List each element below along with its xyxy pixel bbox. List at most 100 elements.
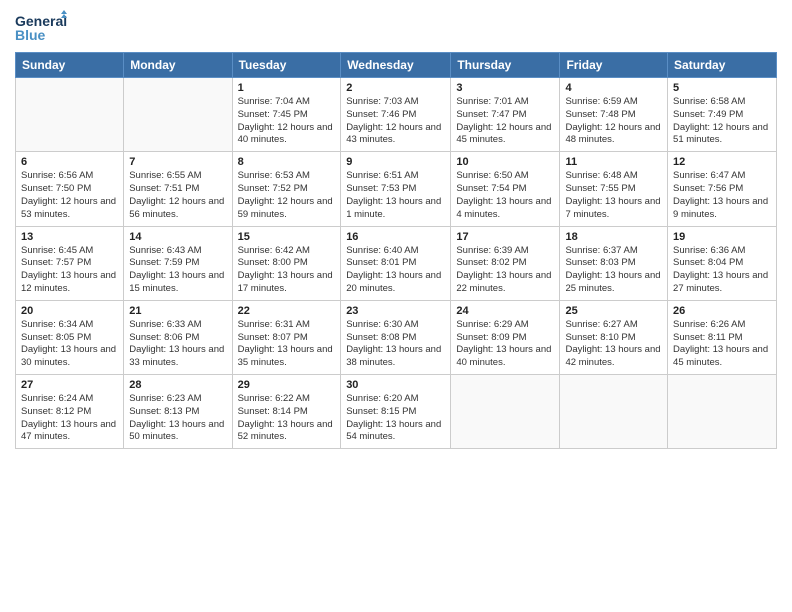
day-number: 9	[346, 156, 445, 168]
day-number: 6	[21, 156, 118, 168]
day-number: 20	[21, 305, 118, 317]
calendar-cell: 20 Sunrise: 6:34 AM Sunset: 8:05 PM Dayli…	[16, 300, 124, 374]
day-info: Sunrise: 6:37 AM Sunset: 8:03 PM Dayligh…	[565, 245, 662, 296]
calendar-cell: 19 Sunrise: 6:36 AM Sunset: 8:04 PM Dayli…	[668, 226, 777, 300]
day-number: 8	[238, 156, 336, 168]
day-info: Sunrise: 6:36 AM Sunset: 8:04 PM Dayligh…	[673, 245, 771, 296]
day-info: Sunrise: 6:56 AM Sunset: 7:50 PM Dayligh…	[21, 170, 118, 221]
calendar: SundayMondayTuesdayWednesdayThursdayFrid…	[15, 52, 777, 449]
calendar-cell	[560, 375, 668, 449]
calendar-cell: 16 Sunrise: 6:40 AM Sunset: 8:01 PM Dayli…	[341, 226, 451, 300]
calendar-cell: 21Sunrise: 6:33 AM Sunset: 8:06 PM Dayli…	[124, 300, 232, 374]
day-number: 29	[238, 379, 336, 391]
week-row-1: 6 Sunrise: 6:56 AM Sunset: 7:50 PM Daylig…	[16, 152, 777, 226]
day-number: 2	[346, 82, 445, 94]
day-number: 30	[346, 379, 445, 391]
day-info: Sunrise: 6:31 AM Sunset: 8:07 PM Dayligh…	[238, 319, 336, 370]
day-info: Sunrise: 7:04 AM Sunset: 7:45 PM Dayligh…	[238, 96, 336, 147]
col-header-wednesday: Wednesday	[341, 53, 451, 78]
day-info: Sunrise: 6:30 AM Sunset: 8:08 PM Dayligh…	[346, 319, 445, 370]
day-number: 10	[456, 156, 554, 168]
day-number: 26	[673, 305, 771, 317]
day-number: 7	[129, 156, 226, 168]
calendar-cell: 23 Sunrise: 6:30 AM Sunset: 8:08 PM Dayli…	[341, 300, 451, 374]
week-row-4: 27 Sunrise: 6:24 AM Sunset: 8:12 PM Dayli…	[16, 375, 777, 449]
day-info: Sunrise: 6:27 AM Sunset: 8:10 PM Dayligh…	[565, 319, 662, 370]
logo-svg: General Blue	[15, 10, 67, 46]
calendar-cell: 13 Sunrise: 6:45 AM Sunset: 7:57 PM Dayli…	[16, 226, 124, 300]
svg-text:Blue: Blue	[15, 27, 46, 43]
calendar-cell	[451, 375, 560, 449]
day-number: 23	[346, 305, 445, 317]
calendar-cell: 6 Sunrise: 6:56 AM Sunset: 7:50 PM Daylig…	[16, 152, 124, 226]
day-info: Sunrise: 6:20 AM Sunset: 8:15 PM Dayligh…	[346, 393, 445, 444]
day-number: 24	[456, 305, 554, 317]
day-info: Sunrise: 6:45 AM Sunset: 7:57 PM Dayligh…	[21, 245, 118, 296]
week-row-3: 20 Sunrise: 6:34 AM Sunset: 8:05 PM Dayli…	[16, 300, 777, 374]
day-info: Sunrise: 6:39 AM Sunset: 8:02 PM Dayligh…	[456, 245, 554, 296]
logo: General Blue	[15, 10, 67, 46]
day-info: Sunrise: 6:59 AM Sunset: 7:48 PM Dayligh…	[565, 96, 662, 147]
col-header-saturday: Saturday	[668, 53, 777, 78]
day-info: Sunrise: 6:58 AM Sunset: 7:49 PM Dayligh…	[673, 96, 771, 147]
day-info: Sunrise: 6:43 AM Sunset: 7:59 PM Dayligh…	[129, 245, 226, 296]
calendar-cell: 10 Sunrise: 6:50 AM Sunset: 7:54 PM Dayli…	[451, 152, 560, 226]
day-number: 4	[565, 82, 662, 94]
col-header-sunday: Sunday	[16, 53, 124, 78]
week-row-0: 1 Sunrise: 7:04 AM Sunset: 7:45 PM Daylig…	[16, 78, 777, 152]
day-info: Sunrise: 6:48 AM Sunset: 7:55 PM Dayligh…	[565, 170, 662, 221]
day-number: 27	[21, 379, 118, 391]
day-info: Sunrise: 6:24 AM Sunset: 8:12 PM Dayligh…	[21, 393, 118, 444]
col-header-friday: Friday	[560, 53, 668, 78]
calendar-cell: 8 Sunrise: 6:53 AM Sunset: 7:52 PM Daylig…	[232, 152, 341, 226]
calendar-cell	[124, 78, 232, 152]
calendar-header-row: SundayMondayTuesdayWednesdayThursdayFrid…	[16, 53, 777, 78]
day-info: Sunrise: 6:40 AM Sunset: 8:01 PM Dayligh…	[346, 245, 445, 296]
calendar-cell: 28 Sunrise: 6:23 AM Sunset: 8:13 PM Dayli…	[124, 375, 232, 449]
header: General Blue	[15, 10, 777, 46]
day-number: 19	[673, 231, 771, 243]
day-number: 3	[456, 82, 554, 94]
day-number: 1	[238, 82, 336, 94]
calendar-cell: 25 Sunrise: 6:27 AM Sunset: 8:10 PM Dayli…	[560, 300, 668, 374]
calendar-cell: 26 Sunrise: 6:26 AM Sunset: 8:11 PM Dayli…	[668, 300, 777, 374]
day-info: Sunrise: 6:51 AM Sunset: 7:53 PM Dayligh…	[346, 170, 445, 221]
calendar-cell: 27 Sunrise: 6:24 AM Sunset: 8:12 PM Dayli…	[16, 375, 124, 449]
day-number: 21	[129, 305, 226, 317]
page-container: General Blue SundayMondayTuesdayWednesda…	[0, 0, 792, 459]
calendar-cell: 24 Sunrise: 6:29 AM Sunset: 8:09 PM Dayli…	[451, 300, 560, 374]
calendar-cell: 29 Sunrise: 6:22 AM Sunset: 8:14 PM Dayli…	[232, 375, 341, 449]
day-info: Sunrise: 6:34 AM Sunset: 8:05 PM Dayligh…	[21, 319, 118, 370]
col-header-thursday: Thursday	[451, 53, 560, 78]
day-info: Sunrise: 6:26 AM Sunset: 8:11 PM Dayligh…	[673, 319, 771, 370]
day-info: Sunrise: 6:53 AM Sunset: 7:52 PM Dayligh…	[238, 170, 336, 221]
day-info: Sunrise: 7:03 AM Sunset: 7:46 PM Dayligh…	[346, 96, 445, 147]
day-number: 13	[21, 231, 118, 243]
day-number: 15	[238, 231, 336, 243]
day-info: Sunrise: 6:29 AM Sunset: 8:09 PM Dayligh…	[456, 319, 554, 370]
day-info: Sunrise: 6:47 AM Sunset: 7:56 PM Dayligh…	[673, 170, 771, 221]
calendar-cell	[16, 78, 124, 152]
day-number: 25	[565, 305, 662, 317]
day-info: Sunrise: 6:42 AM Sunset: 8:00 PM Dayligh…	[238, 245, 336, 296]
day-number: 16	[346, 231, 445, 243]
calendar-cell: 22Sunrise: 6:31 AM Sunset: 8:07 PM Dayli…	[232, 300, 341, 374]
day-number: 18	[565, 231, 662, 243]
day-number: 28	[129, 379, 226, 391]
week-row-2: 13 Sunrise: 6:45 AM Sunset: 7:57 PM Dayli…	[16, 226, 777, 300]
day-number: 12	[673, 156, 771, 168]
calendar-cell: 4 Sunrise: 6:59 AM Sunset: 7:48 PM Daylig…	[560, 78, 668, 152]
day-number: 5	[673, 82, 771, 94]
calendar-cell: 17 Sunrise: 6:39 AM Sunset: 8:02 PM Dayli…	[451, 226, 560, 300]
calendar-cell: 1 Sunrise: 7:04 AM Sunset: 7:45 PM Daylig…	[232, 78, 341, 152]
day-number: 17	[456, 231, 554, 243]
day-number: 11	[565, 156, 662, 168]
day-info: Sunrise: 6:23 AM Sunset: 8:13 PM Dayligh…	[129, 393, 226, 444]
calendar-cell: 30 Sunrise: 6:20 AM Sunset: 8:15 PM Dayli…	[341, 375, 451, 449]
calendar-cell: 3 Sunrise: 7:01 AM Sunset: 7:47 PM Daylig…	[451, 78, 560, 152]
day-info: Sunrise: 7:01 AM Sunset: 7:47 PM Dayligh…	[456, 96, 554, 147]
day-info: Sunrise: 6:50 AM Sunset: 7:54 PM Dayligh…	[456, 170, 554, 221]
day-info: Sunrise: 6:22 AM Sunset: 8:14 PM Dayligh…	[238, 393, 336, 444]
calendar-cell: 7Sunrise: 6:55 AM Sunset: 7:51 PM Daylig…	[124, 152, 232, 226]
col-header-monday: Monday	[124, 53, 232, 78]
